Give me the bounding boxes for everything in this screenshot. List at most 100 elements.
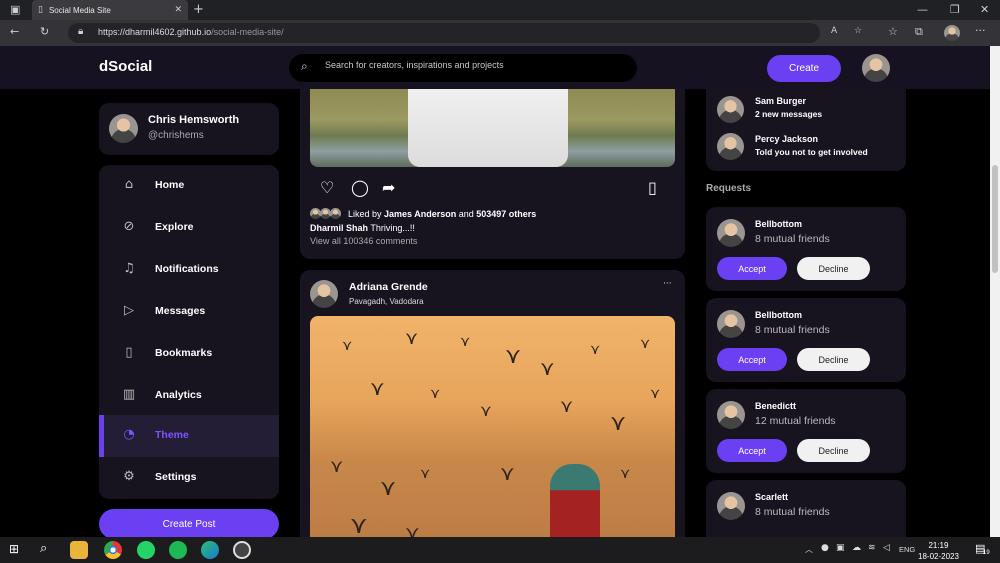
spotify-icon[interactable] [169,541,187,559]
request-name[interactable]: Bellbottom [755,310,802,320]
friend-request-card: Bellbottom 8 mutual friends Accept Decli… [706,207,906,291]
request-avatar[interactable] [717,401,745,429]
maximize-icon[interactable]: ❐ [950,3,960,16]
bookmark-icon[interactable]: ▯ [648,178,657,197]
sidebar-item-settings[interactable]: ⚙ Settings [99,457,279,499]
friend-request-card: Benedictt 12 mutual friends Accept Decli… [706,389,906,473]
windows-start-icon[interactable]: ⊞ [9,542,19,556]
url-box[interactable]: 🔒︎ https://dharmil4602.github.io/social-… [68,23,862,43]
sidebar-item-home[interactable]: ⌂ Home [99,165,279,207]
request-avatar[interactable] [717,310,745,338]
bell-icon: ♫ [123,261,135,276]
decline-button[interactable]: Decline [797,439,870,462]
request-avatar[interactable] [717,492,745,520]
request-avatar[interactable] [717,219,745,247]
decline-button[interactable]: Decline [797,257,870,280]
like-icon[interactable]: ♡ [320,178,334,197]
sidebar-menu: ⌂ Home ⊘ Explore ♫ Notifications ▷ Messa… [99,165,279,499]
file-explorer-icon[interactable] [70,541,88,559]
liked-by-name[interactable]: James Anderson [384,209,456,219]
message-avatar[interactable] [717,133,744,160]
taskbar-clock[interactable]: 21:19 18-02-2023 [918,540,959,562]
favorite-add-icon[interactable]: ☆ [854,26,862,36]
feed-post: Adriana Grende Pavagadh, Vadodara ··· ⋎ … [300,270,685,556]
sidebar-item-theme[interactable]: ◔ Theme [99,415,279,457]
wifi-icon[interactable]: ≋ [868,543,876,553]
favorites-icon[interactable]: ☆ [888,25,898,38]
volume-icon[interactable]: ◁ [883,543,890,553]
accept-button[interactable]: Accept [717,257,787,280]
message-sender[interactable]: Percy Jackson [755,134,818,144]
page-scrollbar[interactable] [990,46,1000,537]
create-button[interactable]: Create [767,55,841,82]
post-author-avatar[interactable] [310,280,338,308]
new-tab-icon[interactable]: + [193,2,204,17]
bird-shape: ⋎ [610,411,627,436]
create-post-button[interactable]: Create Post [99,509,279,539]
tab-close-icon[interactable]: ✕ [174,4,182,15]
search-icon: ⌕ [301,59,308,73]
post-image[interactable]: ⋎ ⋎ ⋎ ⋎ ⋎ ⋎ ⋎ ⋎ ⋎ ⋎ ⋎ ⋎ ⋎ ⋎ ⋎ ⋎ ⋎ ⋎ ⋎ ⋎ [310,316,675,556]
back-icon[interactable]: ← [10,25,19,38]
browser-menu-icon[interactable]: ··· [975,24,986,37]
liked-others[interactable]: 503497 others [476,209,536,219]
browser-tab[interactable]: ▯ Social Media Site ✕ [32,0,188,20]
liked-and: and [456,209,477,219]
sidebar-item-label: Settings [155,471,197,483]
bird-shape: ⋎ [460,334,471,350]
profile-avatar [109,114,138,143]
sidebar-item-analytics[interactable]: ▥ Analytics [99,375,279,417]
read-aloud-icon[interactable]: A [831,26,837,36]
comment-icon[interactable]: ◯ [351,178,369,197]
browser-profile-avatar[interactable] [944,25,960,41]
search-input[interactable] [325,60,625,70]
sidebar-item-explore[interactable]: ⊘ Explore [99,207,279,249]
scrollbar-thumb[interactable] [992,165,998,273]
request-name[interactable]: Bellbottom [755,219,802,229]
url-text: https://dharmil4602.github.io/social-med… [98,27,284,37]
sidebar-item-label: Bookmarks [155,347,213,359]
onedrive-icon[interactable]: ☁ [852,543,861,553]
bird-shape: ⋎ [620,466,631,482]
more-options-icon[interactable]: ··· [663,279,672,289]
search-bar[interactable]: ⌕ [289,54,637,82]
chrome-icon[interactable] [104,541,122,559]
accept-button[interactable]: Accept [717,439,787,462]
mutual-friends: 12 mutual friends [755,415,836,427]
friend-request-card: Bellbottom 8 mutual friends Accept Decli… [706,298,906,382]
caption-author[interactable]: Dharmil Shah [310,223,368,233]
minimize-icon[interactable]: — [917,3,928,16]
share-icon[interactable]: ➦ [382,178,395,197]
post-image[interactable] [310,89,675,167]
post-author-name[interactable]: Adriana Grende [349,281,428,293]
sidebar-item-messages[interactable]: ▷ Messages [99,291,279,333]
request-name[interactable]: Scarlett [755,492,788,502]
user-avatar[interactable] [862,54,890,82]
message-preview: 2 new messages [755,109,823,119]
decline-button[interactable]: Decline [797,348,870,371]
microphone-icon[interactable]: ● [821,543,829,553]
window-menu-icon[interactable]: ▣ [10,3,20,16]
language-indicator[interactable]: ENG [899,545,915,554]
collections-icon[interactable]: ⧉ [915,25,923,39]
obs-icon[interactable] [233,541,251,559]
view-comments-link[interactable]: View all 100346 comments [310,236,417,246]
window-close-icon[interactable]: ✕ [980,3,989,16]
whatsapp-icon[interactable] [137,541,155,559]
message-sender[interactable]: Sam Burger [755,96,806,106]
tray-chevron-icon[interactable]: ︿ [805,544,813,555]
edge-icon[interactable] [201,541,219,559]
compass-icon: ⊘ [123,219,135,234]
taskbar-search-icon[interactable]: ⌕ [40,541,47,556]
app-navbar: dSocial ⌕ Create [0,46,990,89]
address-bar-row: ← ↻ 🔒︎ https://dharmil4602.github.io/soc… [0,20,1000,46]
message-avatar[interactable] [717,96,744,123]
sidebar-item-bookmarks[interactable]: ▯ Bookmarks [99,333,279,375]
profile-card[interactable]: Chris Hemsworth @chrishems [99,103,279,155]
sidebar-item-notifications[interactable]: ♫ Notifications [99,249,279,291]
camera-icon[interactable]: ▣ [836,543,845,553]
app-logo[interactable]: dSocial [99,58,152,75]
reload-icon[interactable]: ↻ [40,25,49,38]
accept-button[interactable]: Accept [717,348,787,371]
request-name[interactable]: Benedictt [755,401,796,411]
